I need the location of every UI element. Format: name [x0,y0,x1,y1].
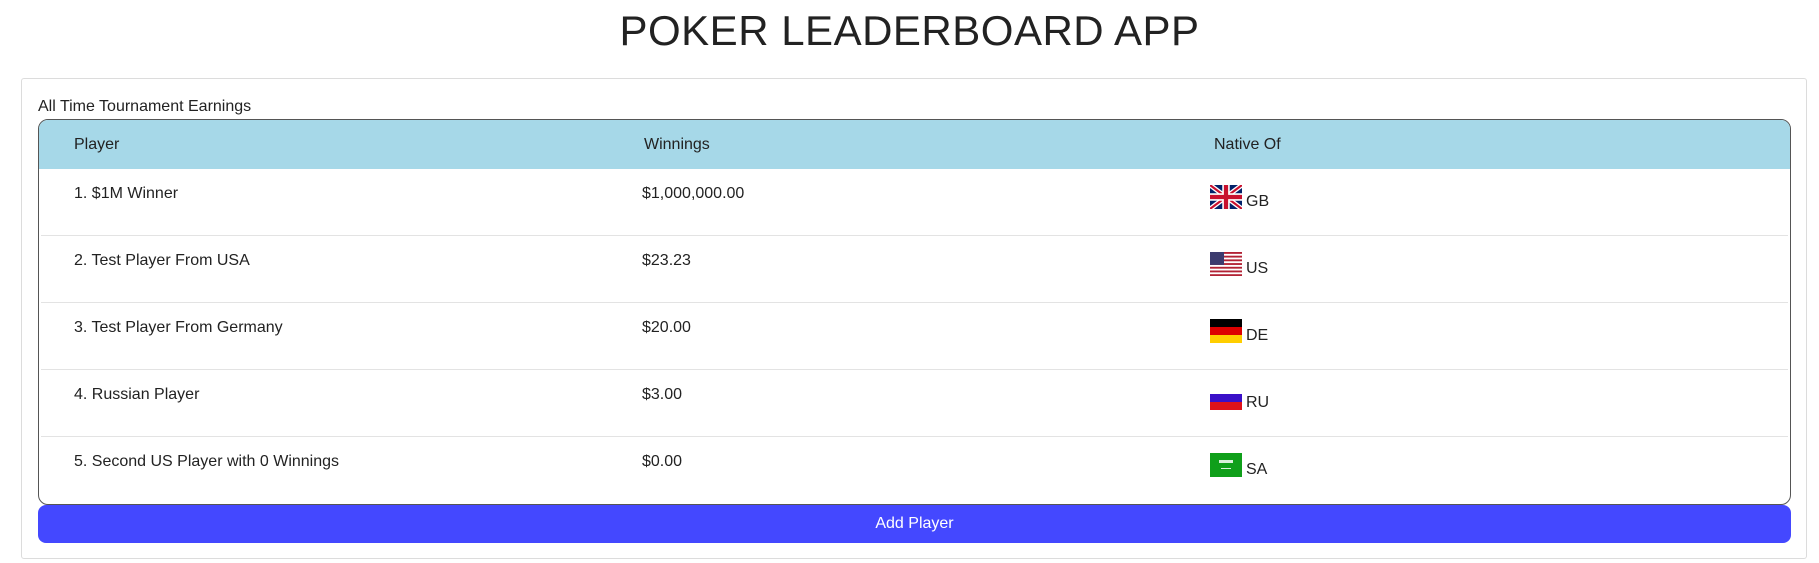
leaderboard-caption: All Time Tournament Earnings [38,98,252,115]
column-header-winnings: Winnings [644,135,710,153]
column-header-native-of: Native Of [1214,135,1281,153]
table-row: 2. Test Player From USA $23.23 US [41,236,1788,303]
column-header-player: Player [74,135,120,153]
sa-flag-icon [1210,453,1242,477]
player-native-of: SA [1179,437,1788,504]
leaderboard-card: All Time Tournament Earnings Player Winn… [21,78,1807,559]
table-row: 5. Second US Player with 0 Winnings $0.0… [41,437,1788,504]
ru-flag-icon [1210,386,1242,410]
player-name: 1. $1M Winner [74,185,179,202]
player-native-of: US [1179,236,1788,302]
table-row: 3. Test Player From Germany $20.00 DE [41,303,1788,370]
player-name: 5. Second US Player with 0 Winnings [74,453,340,470]
player-name: 3. Test Player From Germany [74,319,283,336]
player-winnings: $23.23 [642,252,691,269]
player-name: 4. Russian Player [74,386,200,403]
us-flag-icon [1210,252,1242,276]
player-winnings: $0.00 [642,453,683,470]
player-winnings: $20.00 [642,319,691,336]
table-row: 4. Russian Player $3.00 RU [41,370,1788,437]
player-name: 2. Test Player From USA [74,252,250,269]
gb-flag-icon [1210,185,1242,209]
country-code: GB [1246,193,1270,210]
country-code: SA [1246,461,1268,478]
page-title: POKER LEADERBOARD APP [619,7,1200,54]
player-winnings: $3.00 [642,386,683,403]
player-native-of: DE [1179,303,1788,369]
leaderboard-table: Player Winnings Native Of 1. $1M Winner … [38,119,1791,505]
add-player-button[interactable]: Add Player [38,505,1791,543]
country-code: US [1246,260,1269,277]
table-row: 1. $1M Winner $1,000,000.00 GB [41,169,1788,236]
de-flag-icon [1210,319,1242,343]
country-code: RU [1246,394,1270,411]
player-winnings: $1,000,000.00 [642,185,745,202]
player-native-of: RU [1179,370,1788,436]
country-code: DE [1246,327,1269,344]
table-header: Player Winnings Native Of [39,120,1790,169]
player-native-of: GB [1179,169,1788,235]
